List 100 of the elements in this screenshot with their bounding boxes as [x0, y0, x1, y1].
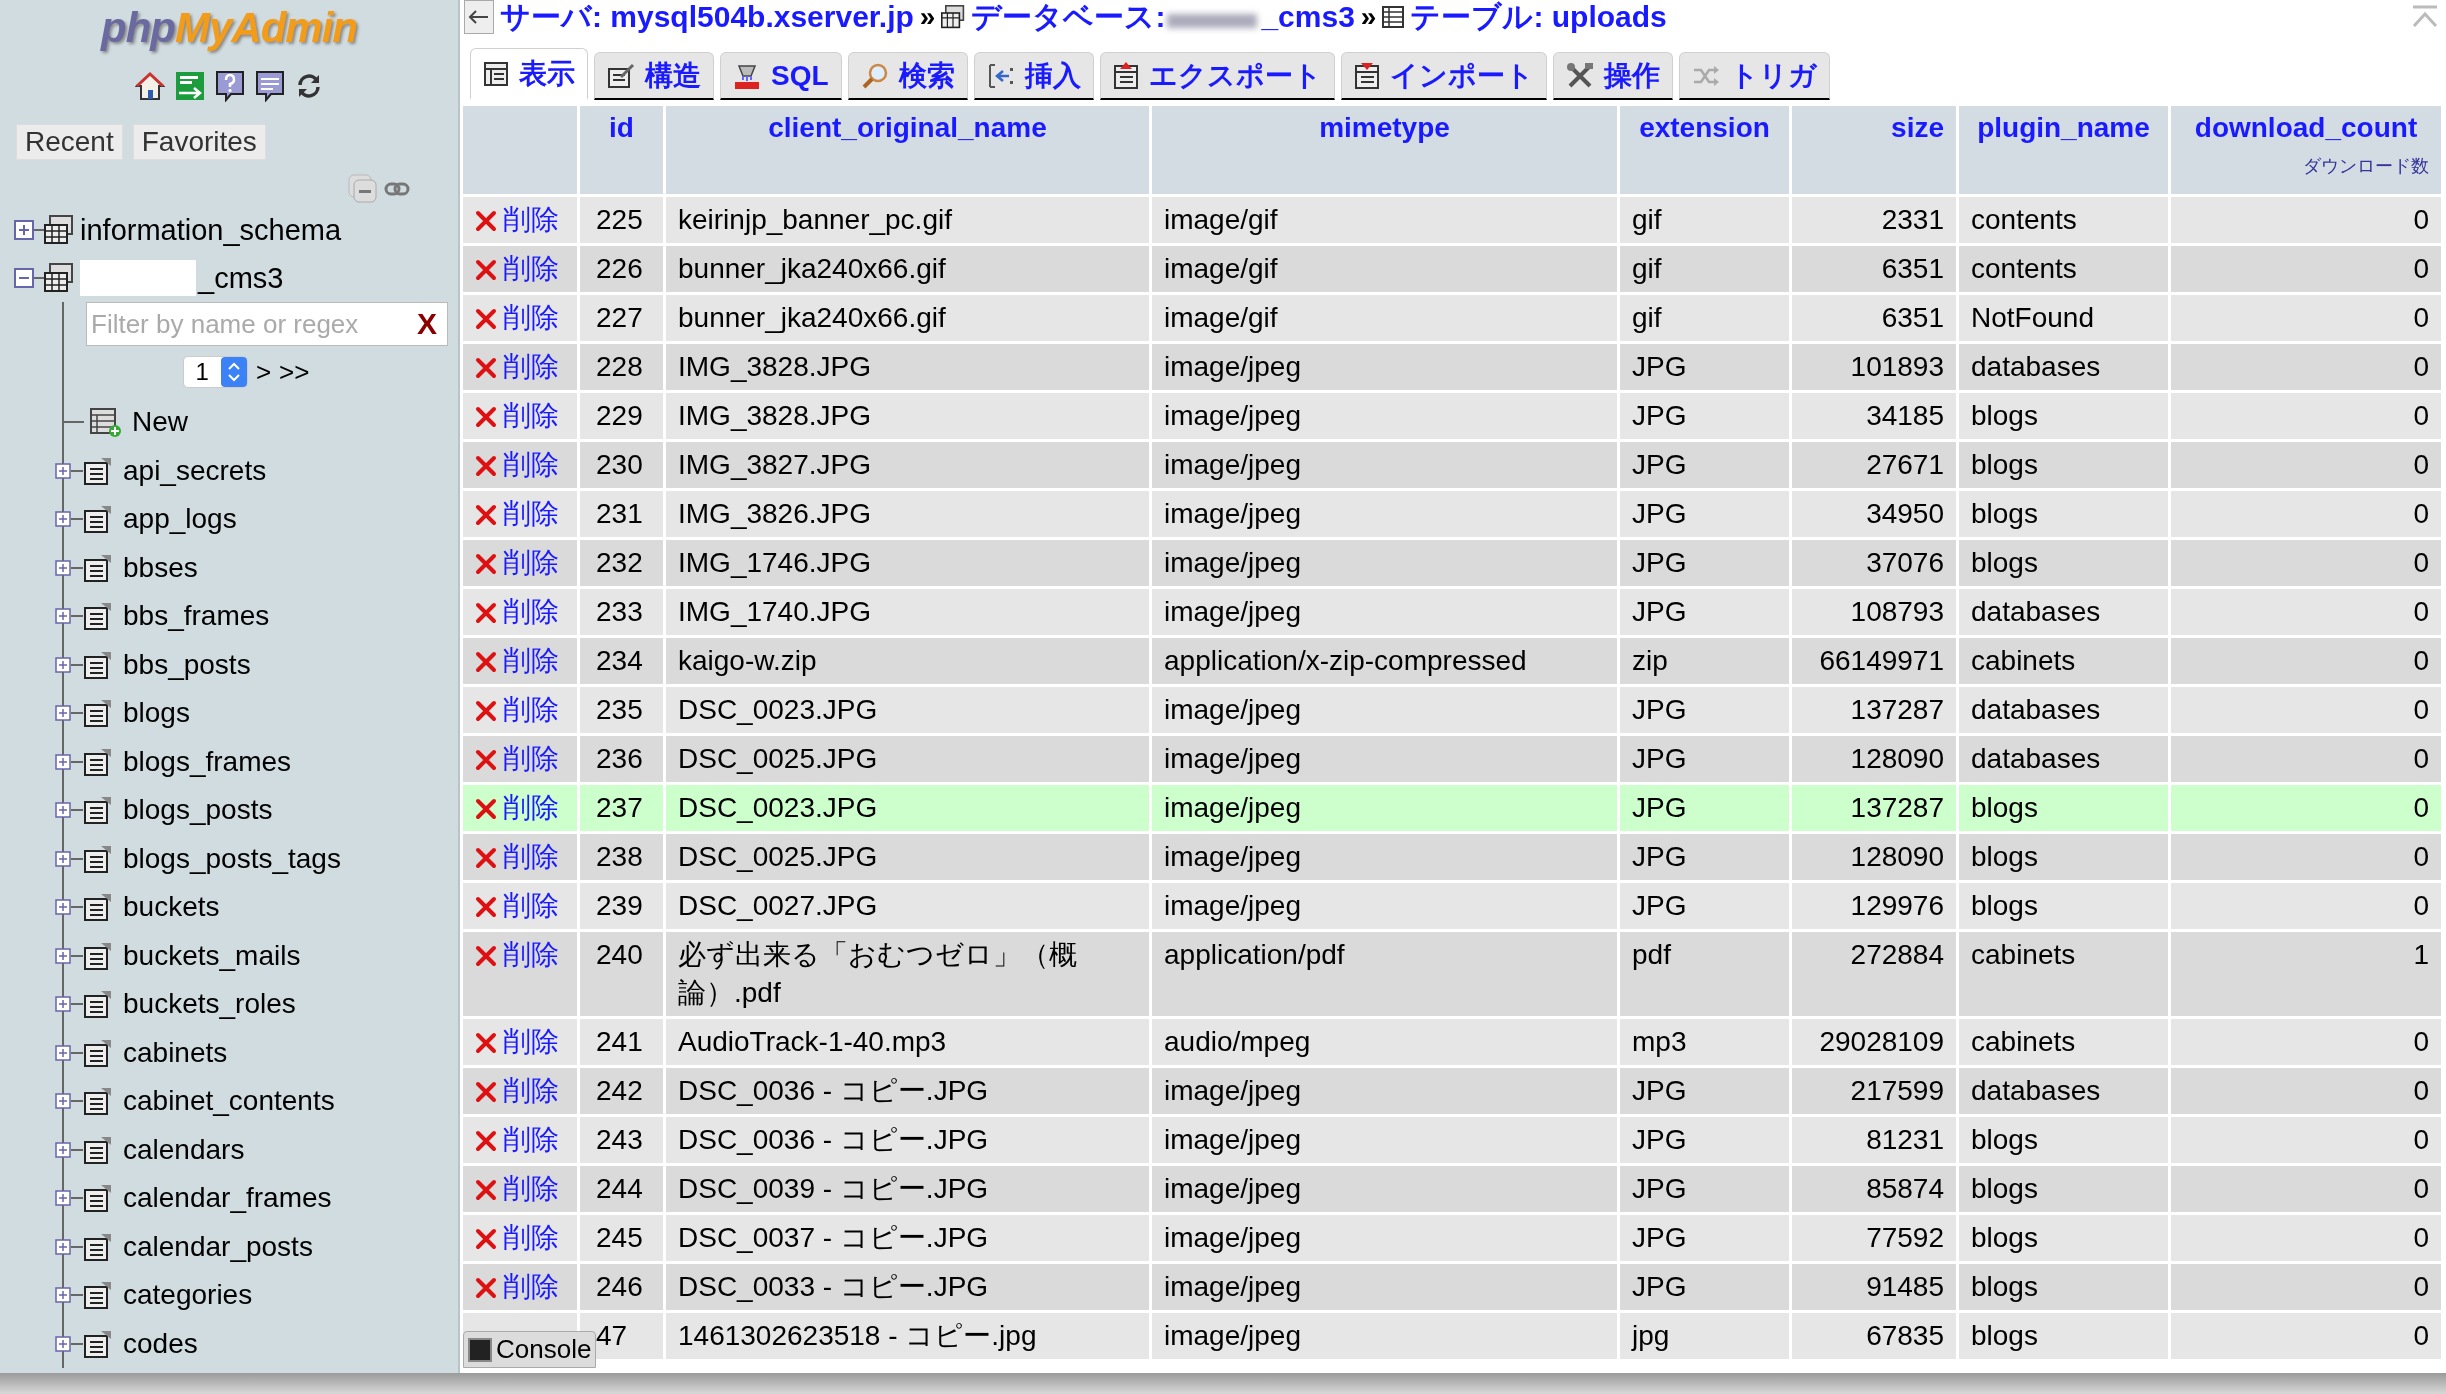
expander-icon[interactable]	[14, 268, 34, 288]
expander-icon[interactable]	[55, 1238, 71, 1255]
table-cell: JPG	[1632, 351, 1687, 382]
table-link[interactable]: cabinet_contents	[123, 1085, 335, 1118]
column-header[interactable]: size	[1891, 108, 1944, 148]
delete-link[interactable]: 削除	[503, 939, 559, 970]
tab[interactable]: 挿入	[973, 52, 1094, 100]
table-link[interactable]: bbses	[123, 551, 198, 584]
delete-icon[interactable]	[475, 896, 497, 918]
expander-icon[interactable]	[55, 1044, 71, 1061]
expander-icon[interactable]	[55, 511, 71, 528]
delete-icon[interactable]	[475, 1179, 497, 1201]
expander-icon[interactable]	[55, 1190, 71, 1207]
expander-icon[interactable]	[55, 996, 71, 1013]
expander-icon[interactable]	[14, 220, 34, 240]
table-link[interactable]: app_logs	[123, 503, 237, 536]
delete-icon[interactable]	[475, 1277, 497, 1299]
expander-icon[interactable]	[55, 1287, 71, 1304]
table-link[interactable]: buckets	[123, 891, 220, 924]
table-link[interactable]: blogs	[123, 697, 190, 730]
table-link[interactable]: buckets_mails	[123, 939, 301, 972]
delete-icon[interactable]	[475, 847, 497, 869]
table-link[interactable]: codes	[123, 1327, 198, 1360]
collapse-all-icon[interactable]	[348, 174, 378, 204]
tab[interactable]: 構造	[594, 52, 714, 100]
delete-icon[interactable]	[475, 1032, 497, 1054]
expander-icon[interactable]	[55, 462, 71, 479]
navigation-tab[interactable]: Recent	[16, 124, 123, 160]
breadcrumb-link[interactable]: サーバ: mysql504b.xserver.jp	[500, 0, 914, 38]
exit-icon[interactable]	[175, 71, 205, 101]
logo[interactable]: phpMyAdmin	[0, 0, 458, 56]
column-header[interactable]: id	[609, 108, 634, 148]
delete-icon[interactable]	[475, 749, 497, 771]
delete-icon[interactable]	[475, 1228, 497, 1250]
new-table-link[interactable]: New	[132, 406, 188, 439]
delete-icon[interactable]	[475, 357, 497, 379]
page-select[interactable]: 1	[182, 356, 248, 388]
expander-icon[interactable]	[55, 656, 71, 673]
expander-icon[interactable]	[55, 899, 71, 916]
expander-icon[interactable]	[55, 705, 71, 722]
expander-icon[interactable]	[55, 608, 71, 625]
documentation-icon[interactable]	[255, 70, 285, 102]
breadcrumb-link[interactable]: テーブル: uploads	[1410, 0, 1667, 38]
database-link[interactable]: information_schema	[80, 213, 342, 247]
expander-icon[interactable]	[55, 802, 71, 819]
expander-icon[interactable]	[55, 753, 71, 770]
spinner-icon[interactable]	[220, 357, 247, 387]
expander-icon[interactable]	[55, 1093, 71, 1110]
column-header[interactable]: download_count	[2194, 108, 2418, 148]
column-header[interactable]: mimetype	[1319, 108, 1450, 148]
table-link[interactable]: calendar_frames	[123, 1182, 332, 1215]
expander-icon[interactable]	[55, 947, 71, 964]
expander-icon[interactable]	[55, 850, 71, 867]
expander-icon[interactable]	[55, 1141, 71, 1158]
expander-icon[interactable]	[55, 559, 71, 576]
table-cell: cabinets	[1971, 645, 2076, 676]
delete-icon[interactable]	[475, 651, 497, 673]
tab[interactable]: エクスポート	[1099, 52, 1335, 100]
table-link[interactable]: bbs_frames	[123, 600, 270, 633]
filter-field[interactable]: Filter by name or regex X	[86, 302, 448, 346]
delete-icon[interactable]	[475, 504, 497, 526]
delete-icon[interactable]	[475, 1081, 497, 1103]
delete-icon[interactable]	[475, 308, 497, 330]
table-link[interactable]: blogs_posts_tags	[123, 842, 341, 875]
console-button[interactable]: Console	[463, 1331, 597, 1368]
tab[interactable]: 操作	[1552, 52, 1673, 100]
delete-icon[interactable]	[475, 455, 497, 477]
table-link[interactable]: blogs_posts	[123, 794, 273, 827]
expander-icon[interactable]	[55, 1335, 71, 1352]
home-icon[interactable]	[135, 71, 165, 101]
tab[interactable]: 検索	[847, 52, 968, 100]
tab[interactable]: SQL	[720, 52, 842, 100]
table-link[interactable]: calendar_posts	[123, 1230, 313, 1263]
navigation-tab[interactable]: Favorites	[132, 124, 266, 160]
table-link[interactable]: categories	[123, 1279, 253, 1312]
breadcrumb-link[interactable]: データベース: _cms3	[971, 0, 1355, 38]
table-link[interactable]: bbs_posts	[123, 648, 251, 681]
delete-icon[interactable]	[475, 602, 497, 624]
delete-icon[interactable]	[475, 210, 497, 232]
delete-icon[interactable]	[475, 1130, 497, 1152]
delete-icon[interactable]	[475, 798, 497, 820]
page-link[interactable]: >	[255, 356, 272, 388]
help-icon[interactable]	[215, 70, 245, 102]
table-link[interactable]: calendars	[123, 1133, 245, 1166]
delete-icon[interactable]	[475, 259, 497, 281]
delete-icon[interactable]	[475, 945, 497, 967]
table-link[interactable]: buckets_roles	[123, 988, 296, 1021]
table-link[interactable]: api_secrets	[123, 454, 267, 487]
tab[interactable]: インポート	[1340, 52, 1547, 100]
link-icon[interactable]	[384, 181, 410, 197]
table-link[interactable]: blogs_frames	[123, 745, 292, 778]
delete-icon[interactable]	[475, 553, 497, 575]
tab[interactable]: 表示	[470, 48, 588, 100]
delete-icon[interactable]	[475, 700, 497, 722]
page-link[interactable]: >>	[279, 356, 310, 388]
table-link[interactable]: cabinets	[123, 1036, 228, 1069]
tab[interactable]: トリガ	[1678, 52, 1830, 100]
reload-icon[interactable]	[295, 72, 323, 100]
delete-icon[interactable]	[475, 406, 497, 428]
clear-button[interactable]: X	[407, 307, 447, 341]
